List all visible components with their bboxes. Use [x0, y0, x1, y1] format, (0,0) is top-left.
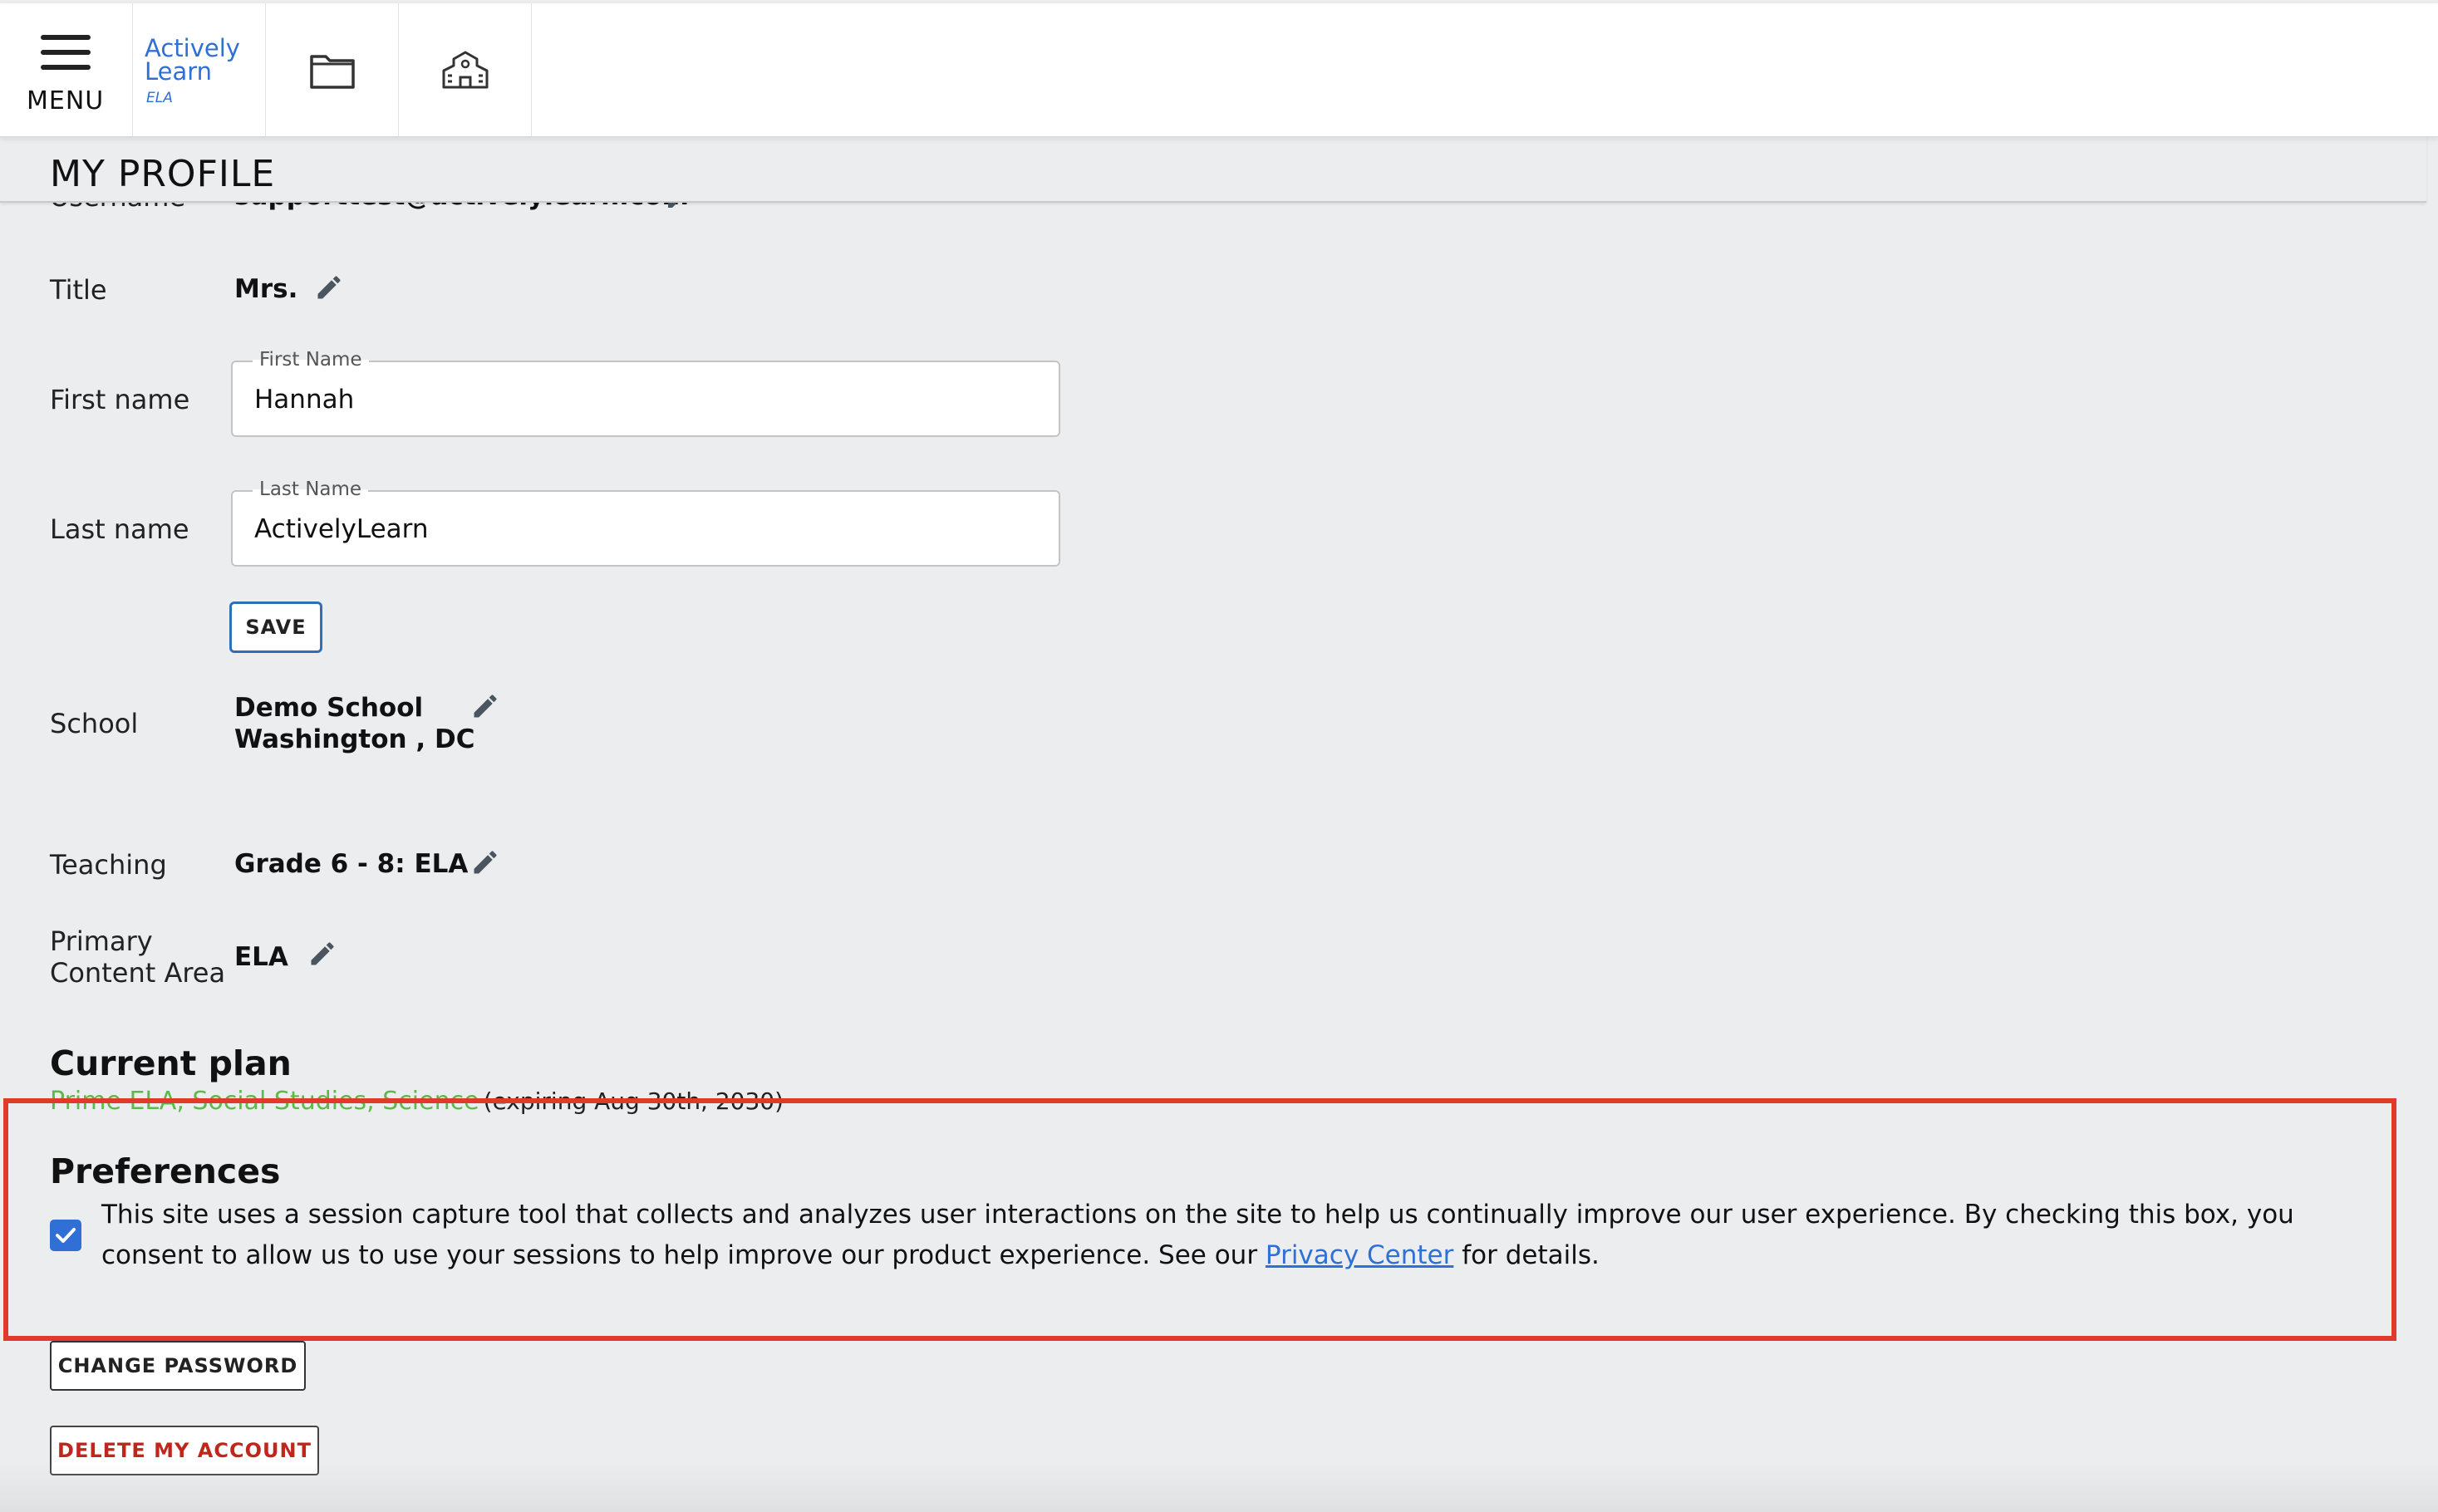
edit-title-pencil-icon[interactable]: [314, 272, 344, 302]
session-capture-consent-text: This site uses a session capture tool th…: [101, 1200, 2294, 1270]
edit-teaching-pencil-icon[interactable]: [470, 847, 500, 877]
nav-school-button[interactable]: [399, 3, 532, 136]
primary-content-area-label-line2: Content Area: [50, 957, 226, 989]
checkmark-icon: [56, 1228, 76, 1243]
primary-content-area-value: ELA: [234, 942, 288, 972]
teaching-label: Teaching: [50, 849, 167, 881]
change-password-button[interactable]: CHANGE PASSWORD: [50, 1341, 306, 1391]
page-title: MY PROFILE: [50, 153, 276, 195]
title-label: Title: [50, 274, 107, 306]
edit-school-pencil-icon[interactable]: [470, 691, 500, 721]
menu-label: MENU: [27, 86, 105, 115]
first-name-label: First name: [50, 384, 190, 415]
privacy-center-link[interactable]: Privacy Center: [1266, 1240, 1453, 1270]
hamburger-icon: [41, 35, 91, 71]
school-building-icon: [442, 51, 488, 89]
save-button[interactable]: SAVE: [229, 601, 322, 653]
last-name-value: ActivelyLearn: [254, 514, 429, 544]
school-label: School: [50, 708, 139, 739]
first-name-floating-label: First Name: [253, 349, 369, 371]
primary-content-area-label-line1: Primary: [50, 925, 153, 957]
actively-learn-logo[interactable]: Actively Learn ELA: [133, 3, 266, 136]
school-location: Washington , DC: [234, 724, 475, 754]
last-name-floating-label: Last Name: [253, 479, 369, 500]
title-value: Mrs.: [234, 274, 298, 304]
folder-icon: [309, 55, 355, 89]
session-capture-consent-checkbox[interactable]: [50, 1220, 81, 1251]
last-name-field[interactable]: Last Name ActivelyLearn: [231, 479, 1060, 567]
edit-content-area-pencil-icon[interactable]: [307, 939, 337, 969]
first-name-value: Hannah: [254, 385, 355, 415]
first-name-field[interactable]: First Name Hannah: [231, 349, 1060, 437]
teaching-value: Grade 6 - 8: ELA: [234, 849, 469, 879]
bottom-fade: [0, 1462, 2438, 1512]
menu-button[interactable]: MENU: [0, 3, 133, 136]
page-title-bar: MY PROFILE: [0, 136, 2426, 203]
top-navigation-bar: MENU Actively Learn ELA: [0, 3, 2438, 137]
last-name-label: Last name: [50, 513, 189, 545]
preferences-heading: Preferences: [50, 1151, 281, 1191]
nav-library-button[interactable]: [266, 3, 399, 136]
school-name: Demo School: [234, 693, 424, 723]
current-plan-heading: Current plan: [50, 1043, 292, 1083]
